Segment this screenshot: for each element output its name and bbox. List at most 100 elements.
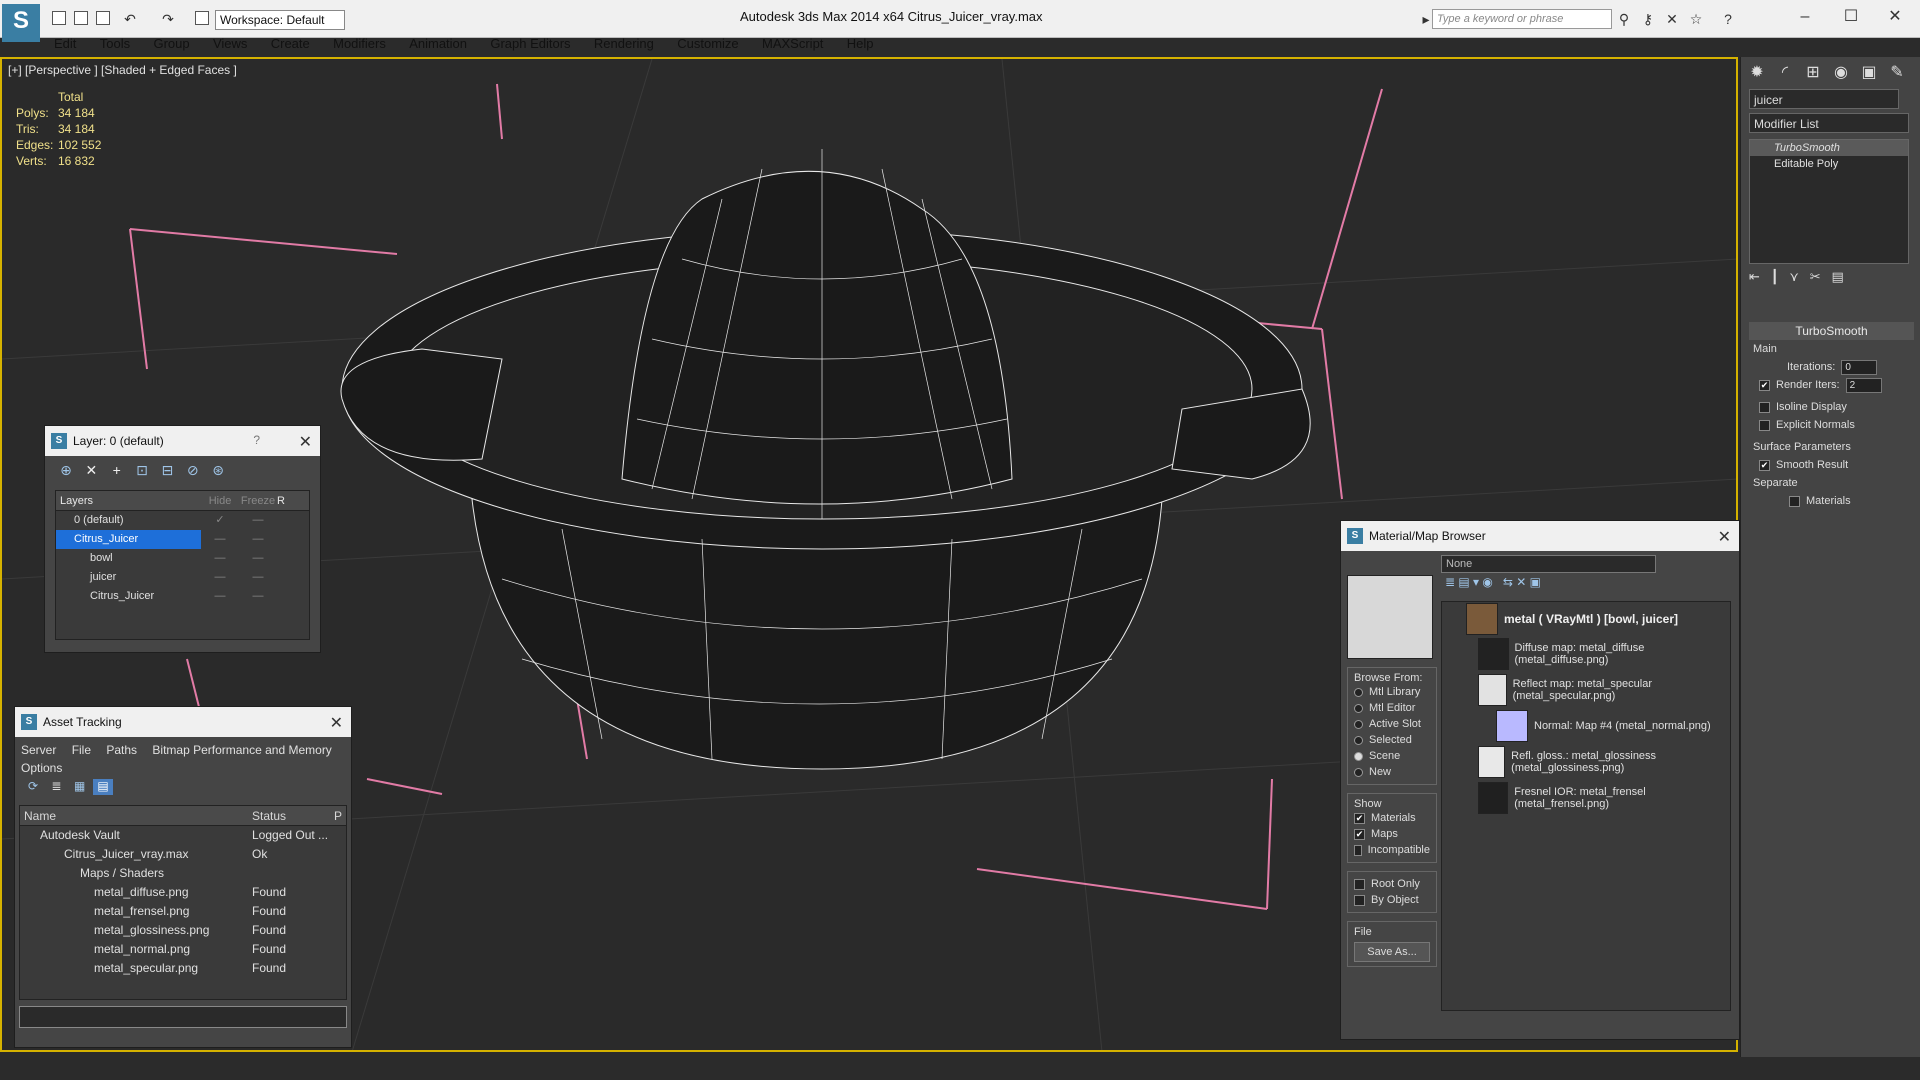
path-column[interactable]: P xyxy=(334,806,342,825)
cross-icon[interactable]: ✕ xyxy=(1664,11,1680,27)
key-icon[interactable]: ⚷ xyxy=(1640,11,1656,27)
menu-group[interactable]: Group xyxy=(143,34,199,54)
menu-customize[interactable]: Customize xyxy=(667,34,748,54)
freeze-toggle[interactable]: — xyxy=(239,530,277,549)
help-icon[interactable]: ? xyxy=(1720,11,1736,27)
close-icon[interactable]: ✕ xyxy=(330,713,343,733)
hide-toggle[interactable]: — xyxy=(201,530,239,549)
display-tab-icon[interactable]: ▣ xyxy=(1857,61,1881,85)
hide-all-icon[interactable]: ⊘ xyxy=(182,462,204,478)
map-item[interactable]: Refl. gloss.: metal_glossiness (metal_gl… xyxy=(1511,750,1730,774)
layers-column[interactable]: Layers xyxy=(56,491,201,510)
material-root[interactable]: metal ( VRayMtl ) [bowl, juicer] xyxy=(1504,612,1678,626)
table-row[interactable]: metal_frensel.png xyxy=(20,902,248,921)
hide-column[interactable]: Hide xyxy=(201,491,239,510)
table-view-icon[interactable]: ▤ xyxy=(93,779,114,795)
object-name-field[interactable]: juicer xyxy=(1749,89,1899,109)
maps-checkbox[interactable]: ✔ xyxy=(1354,828,1365,840)
hierarchy-tab-icon[interactable]: ⊞ xyxy=(1801,61,1825,85)
redo-icon[interactable]: ↷ xyxy=(160,11,176,27)
incompatible-checkbox[interactable] xyxy=(1354,844,1362,856)
close-icon[interactable]: ✕ xyxy=(299,432,312,452)
layer-row[interactable]: 0 (default) xyxy=(56,511,201,530)
menu-maxscript[interactable]: MAXScript xyxy=(752,34,833,54)
modify-tab-icon[interactable]: ◜ xyxy=(1773,61,1797,85)
menu-modifiers[interactable]: Modifiers xyxy=(323,34,396,54)
radio-scene[interactable] xyxy=(1354,751,1363,761)
stack-item-editable-poly[interactable]: Editable Poly xyxy=(1750,156,1908,172)
menu-server[interactable]: Server xyxy=(21,743,56,757)
utilities-tab-icon[interactable]: ✎ xyxy=(1885,61,1909,85)
close-icon[interactable]: ✕ xyxy=(1718,527,1731,547)
explicit-normals-checkbox[interactable] xyxy=(1759,419,1770,431)
layer-object-row[interactable]: bowl xyxy=(56,549,201,568)
delete-layer-icon[interactable]: ✕ xyxy=(80,462,102,478)
map-item[interactable]: Reflect map: metal_specular (metal_specu… xyxy=(1513,678,1730,702)
binoculars-icon[interactable]: ⚲ xyxy=(1616,11,1632,27)
menu-file[interactable]: File xyxy=(72,743,91,757)
table-row[interactable]: metal_glossiness.png xyxy=(20,921,248,940)
modifier-list-dropdown[interactable]: Modifier List xyxy=(1749,113,1909,133)
menu-rendering[interactable]: Rendering xyxy=(584,34,664,54)
name-column[interactable]: Name xyxy=(20,806,248,825)
table-row[interactable]: metal_specular.png xyxy=(20,959,248,978)
help-icon[interactable]: ? xyxy=(253,433,260,447)
by-object-checkbox[interactable] xyxy=(1354,894,1365,906)
close-button[interactable]: ✕ xyxy=(1880,6,1910,28)
browser-toolbar-icons[interactable]: ≣ ▤ ▾ ◉ ⇆ ✕ ▣ xyxy=(1441,575,1731,595)
hide-toggle[interactable]: — xyxy=(201,549,239,568)
table-row[interactable]: metal_normal.png xyxy=(20,940,248,959)
path-input[interactable] xyxy=(19,1006,347,1028)
layer-table[interactable]: Layers Hide Freeze R 0 (default) ✓ — Citru… xyxy=(55,490,310,640)
render-iters-checkbox[interactable]: ✔ xyxy=(1759,379,1770,391)
search-input[interactable]: Type a keyword or phrase xyxy=(1432,9,1612,29)
isoline-checkbox[interactable] xyxy=(1759,401,1770,413)
checkmark-icon[interactable]: ✓ xyxy=(201,511,239,530)
freeze-toggle[interactable]: — xyxy=(239,568,277,587)
asset-table[interactable]: Name Status P Autodesk Vault Logged Out .… xyxy=(19,805,347,1000)
status-column[interactable]: Status xyxy=(248,806,334,825)
add-to-layer-icon[interactable]: + xyxy=(106,462,128,478)
create-tab-icon[interactable]: ✹ xyxy=(1745,61,1769,85)
menu-graph-editors[interactable]: Graph Editors xyxy=(480,34,580,54)
workspace-dropdown[interactable]: Workspace: Default xyxy=(215,10,345,30)
save-as-button[interactable]: Save As... xyxy=(1354,942,1430,962)
radio-active-slot[interactable] xyxy=(1354,719,1363,729)
thumbnail-view-icon[interactable]: ▦ xyxy=(70,779,90,795)
undo-icon[interactable]: ↶ xyxy=(122,11,138,27)
material-search-input[interactable]: None xyxy=(1441,555,1656,573)
list-view-icon[interactable]: ≣ xyxy=(46,779,66,795)
motion-tab-icon[interactable]: ◉ xyxy=(1829,61,1853,85)
render-iters-spinner[interactable]: 2 xyxy=(1845,377,1882,393)
table-row[interactable]: metal_diffuse.png xyxy=(20,883,248,902)
stack-item-turbosmooth[interactable]: TurboSmooth xyxy=(1750,140,1908,156)
map-item[interactable]: Normal: Map #4 (metal_normal.png) xyxy=(1534,720,1711,732)
freeze-column[interactable]: Freeze xyxy=(239,491,277,510)
material-tree[interactable]: metal ( VRayMtl ) [bowl, juicer] Diffuse… xyxy=(1441,601,1731,1011)
freeze-toggle[interactable]: — xyxy=(239,511,277,530)
menu-bitmap-performance[interactable]: Bitmap Performance and Memory xyxy=(152,743,331,757)
layer-object-row[interactable]: juicer xyxy=(56,568,201,587)
radio-new[interactable] xyxy=(1354,767,1363,777)
maximize-button[interactable]: ☐ xyxy=(1836,6,1866,28)
root-only-checkbox[interactable] xyxy=(1354,878,1365,890)
highlight-layer-icon[interactable]: ⊟ xyxy=(156,462,178,478)
menu-views[interactable]: Views xyxy=(203,34,257,54)
stack-tools-icons[interactable]: ⇤ ┃ ⋎ ✂ ▤ xyxy=(1749,269,1914,289)
hide-toggle[interactable]: — xyxy=(201,587,239,606)
layer-object-row[interactable]: Citrus_Juicer xyxy=(56,587,201,606)
save-icon[interactable] xyxy=(96,11,110,25)
radio-mtl-library[interactable] xyxy=(1354,687,1363,697)
menu-options[interactable]: Options xyxy=(21,761,62,775)
layer-dialog-titlebar[interactable]: S Layer: 0 (default) ? ✕ xyxy=(45,426,320,456)
smooth-result-checkbox[interactable]: ✔ xyxy=(1759,459,1770,471)
refresh-icon[interactable]: ⟳ xyxy=(23,779,43,795)
modifier-stack[interactable]: TurboSmooth Editable Poly xyxy=(1749,139,1909,264)
iterations-spinner[interactable]: 0 xyxy=(1841,359,1878,375)
menu-help[interactable]: Help xyxy=(837,34,884,54)
asset-dialog-titlebar[interactable]: S Asset Tracking ✕ xyxy=(15,707,351,737)
open-file-icon[interactable] xyxy=(74,11,88,25)
freeze-toggle[interactable]: — xyxy=(239,587,277,606)
menu-edit[interactable]: Edit xyxy=(44,34,86,54)
project-icon[interactable] xyxy=(195,11,209,25)
